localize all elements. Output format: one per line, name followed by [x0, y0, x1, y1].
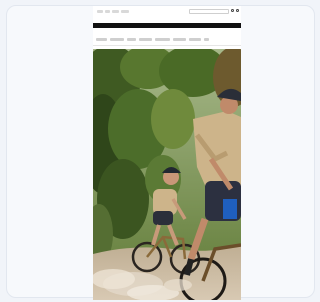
hero-image[interactable] — [93, 49, 241, 300]
main-nav — [93, 30, 241, 46]
nav-item[interactable] — [189, 38, 201, 41]
utility-link[interactable] — [105, 10, 110, 13]
utility-link[interactable] — [121, 10, 129, 13]
nav-item[interactable] — [96, 38, 107, 41]
cyclists-illustration — [93, 49, 241, 300]
account-icon[interactable] — [231, 9, 235, 13]
utility-link[interactable] — [97, 10, 103, 13]
nav-item[interactable] — [173, 38, 186, 41]
nav-item[interactable] — [139, 38, 152, 41]
search-input[interactable] — [189, 9, 229, 14]
nav-item[interactable] — [155, 38, 170, 41]
utility-links — [97, 10, 129, 13]
webpage-preview — [93, 6, 241, 300]
promo-bar — [93, 23, 241, 28]
cart-icon[interactable] — [236, 9, 240, 13]
nav-item[interactable] — [127, 38, 136, 41]
utility-link[interactable] — [112, 10, 119, 13]
utility-bar — [93, 6, 241, 20]
nav-item[interactable] — [110, 38, 124, 41]
nav-item[interactable] — [204, 38, 209, 41]
